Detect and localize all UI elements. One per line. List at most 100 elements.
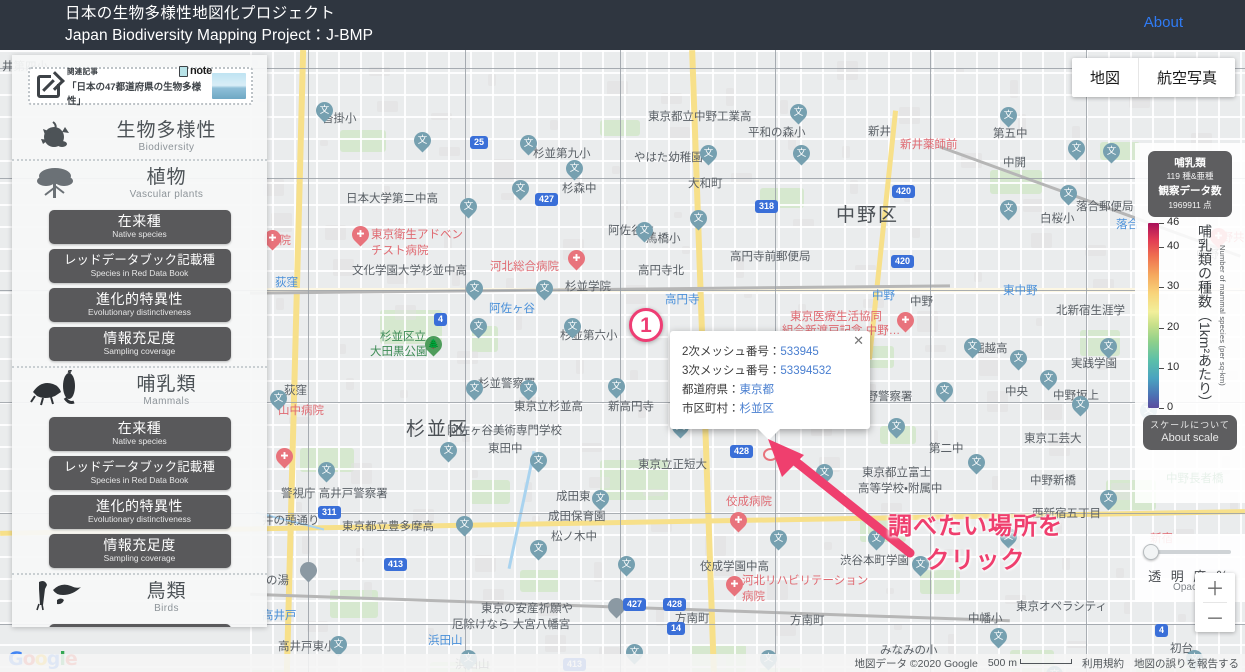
map-poi-pin[interactable]: 文 [462, 376, 487, 404]
map-label: 日本大学第二中高 [346, 193, 438, 205]
map-poi-pin[interactable]: ✚ [348, 222, 373, 250]
map-poi-pin[interactable]: 文 [696, 141, 721, 169]
map-poi-pin[interactable]: 文 [1096, 334, 1121, 362]
zoom-out-button[interactable]: － [1195, 603, 1235, 632]
map-poi-pin[interactable]: 文 [516, 131, 541, 159]
mesh-info-window[interactable]: ✕ 2次メッシュ番号：533945 3次メッシュ番号：53394532 都道府県：東… [670, 331, 870, 440]
layer-button-2-3[interactable]: 情報充足度 Sampling coverage [48, 534, 231, 568]
terms-link[interactable]: 利用規約 [1082, 656, 1124, 671]
tree-icon [26, 162, 84, 205]
map-poi-pin[interactable]: 文 [560, 314, 585, 342]
banner-text: 関連記事 note 「日本の47都道府県の生物多様性」 [62, 65, 212, 107]
map-poi-pin[interactable]: 文 [996, 196, 1021, 224]
layer-button-1-0[interactable]: 在来種 Native species [48, 210, 231, 244]
map-poi-pin[interactable]: 文 [508, 176, 533, 204]
map-poi-pin[interactable]: 文 [456, 194, 481, 222]
layer-button-1-1[interactable]: レッドデータブック記載種 Species in Red Data Book [48, 249, 231, 283]
map-poi-pin[interactable]: ✚ [272, 444, 297, 472]
map-poi-pin[interactable]: ✚ [726, 508, 751, 536]
map-poi-pin[interactable]: 文 [1056, 181, 1081, 209]
note-logo-icon: note [178, 65, 212, 77]
map-poi-pin[interactable]: 文 [986, 624, 1011, 652]
map-label: 大和町 [688, 178, 723, 190]
colorbar-tick-label: 10 [1167, 360, 1180, 373]
taxon-header-1[interactable]: 植物 Vascular plants [12, 159, 267, 205]
map-poi-pin[interactable]: 文 [786, 100, 811, 128]
taxon-header-2[interactable]: 哺乳類 Mammals [12, 366, 267, 412]
map-poi-pin[interactable]: 文 [960, 334, 985, 362]
layer-button-1-2[interactable]: 進化的特異性 Evolutionary distinctiveness [48, 288, 231, 322]
layer-sidebar[interactable]: 関連記事 note 「日本の47都道府県の生物多様性」 生物多様性 Biodiv… [12, 55, 267, 627]
route-shield: 14 [667, 622, 686, 635]
map-poi-pin[interactable]: 文 [1036, 366, 1061, 394]
map-poi-pin[interactable]: 文 [516, 376, 541, 404]
map-poi-pin[interactable]: 文 [864, 526, 889, 554]
map-poi-pin[interactable]: 文 [436, 438, 461, 466]
map-poi-pin[interactable]: 文 [526, 536, 551, 564]
colorbar-title-en: Number of mammal species (per sq-km) [1218, 245, 1227, 386]
layer-button-jp: レッドデータブック記載種 [63, 460, 216, 474]
zoom-in-button[interactable]: ＋ [1195, 573, 1235, 602]
map-poi-pin[interactable]: 文 [766, 526, 791, 554]
related-article-banner[interactable]: 関連記事 note 「日本の47都道府県の生物多様性」 [28, 65, 253, 107]
map-poi-pin[interactable]: 文 [562, 156, 587, 184]
map-poi-pin[interactable]: 文 [789, 141, 814, 169]
zoom-control[interactable]: ＋ － [1195, 573, 1235, 632]
about-scale-jp: スケールについて [1150, 420, 1230, 430]
about-link[interactable]: About [1144, 14, 1183, 31]
map-poi-pin[interactable]: 文 [1006, 346, 1031, 374]
map-poi-pin[interactable]: 文 [884, 414, 909, 442]
taxon-header-0[interactable]: 生物多様性 Biodiversity [12, 113, 267, 159]
map-poi-pin[interactable]: 文 [532, 276, 557, 304]
close-icon[interactable]: ✕ [853, 334, 864, 347]
map-type-satellite[interactable]: 航空写真 [1138, 58, 1235, 97]
opacity-slider-thumb[interactable] [1143, 544, 1159, 560]
map-poi-pin[interactable]: 文 [266, 386, 291, 414]
map-poi-pin[interactable]: 文 [632, 218, 657, 246]
map-poi-pin[interactable]: 文 [462, 276, 487, 304]
map-type-map[interactable]: 地図 [1071, 58, 1139, 97]
about-scale-en: About scale [1161, 432, 1219, 444]
map-poi-pin[interactable]: 文 [604, 374, 629, 402]
taxon-name-en: Vascular plants [129, 188, 204, 200]
map-type-switcher[interactable]: 地図 航空写真 [1071, 58, 1235, 97]
map-poi-pin[interactable]: 文 [452, 512, 477, 540]
report-error-link[interactable]: 地図の誤りを報告する [1134, 656, 1239, 671]
taxon-header-3[interactable]: 鳥類 Birds [12, 573, 267, 619]
map-poi-pin[interactable]: 文 [964, 450, 989, 478]
about-scale-button[interactable]: スケールについて About scale [1143, 415, 1237, 450]
map-poi-pin[interactable]: 文 [614, 552, 639, 580]
colorbar-tick-mark [1159, 223, 1164, 224]
layer-button-2-1[interactable]: レッドデータブック記載種 Species in Red Data Book [48, 456, 231, 490]
map-label: 高円寺 [665, 294, 700, 306]
map-poi-pin[interactable]: 文 [1068, 392, 1093, 420]
layer-button-1-3[interactable]: 情報充足度 Sampling coverage [48, 327, 231, 361]
map-poi-pin[interactable] [296, 558, 321, 586]
map-poi-pin[interactable]: ✚ [893, 308, 918, 336]
map-label: 東京工芸大 [1024, 433, 1082, 445]
mesh-info-row: 3次メッシュ番号：53394532 [682, 365, 832, 377]
map-poi-pin[interactable]: 文 [588, 486, 613, 514]
map-poi-pin[interactable]: 文 [1064, 136, 1089, 164]
map-poi-pin[interactable]: 文 [410, 128, 435, 156]
map-poi-pin[interactable]: 文 [1099, 139, 1124, 167]
map-poi-pin[interactable]: 文 [686, 206, 711, 234]
map-poi-pin[interactable]: 文 [314, 458, 339, 486]
map-poi-pin[interactable]: 文 [312, 98, 337, 126]
map-poi-pin[interactable]: 文 [526, 448, 551, 476]
map-poi-pin[interactable]: ✚ [564, 246, 589, 274]
layer-button-2-0[interactable]: 在来種 Native species [48, 417, 231, 451]
map-poi-pin[interactable]: 文 [932, 378, 957, 406]
map-poi-pin[interactable]: 文 [1096, 486, 1121, 514]
layer-button-2-2[interactable]: 進化的特異性 Evolutionary distinctiveness [48, 495, 231, 529]
map-poi-pin[interactable]: 文 [996, 103, 1021, 131]
map-poi-pin[interactable]: 文 [466, 314, 491, 342]
map-label: 浜田山 [428, 635, 463, 647]
layer-button-3-0[interactable]: 在来種 Native species [48, 624, 231, 627]
map-poi-pin[interactable]: 文 [812, 460, 837, 488]
banner-kicker: 関連記事 [67, 66, 99, 76]
map-label: 北新宿生涯学 [1056, 305, 1125, 317]
map-poi-pin[interactable]: ✚ [722, 572, 747, 600]
map-poi-pin[interactable]: 🌲 [421, 332, 446, 360]
opacity-slider-track[interactable] [1147, 550, 1231, 554]
